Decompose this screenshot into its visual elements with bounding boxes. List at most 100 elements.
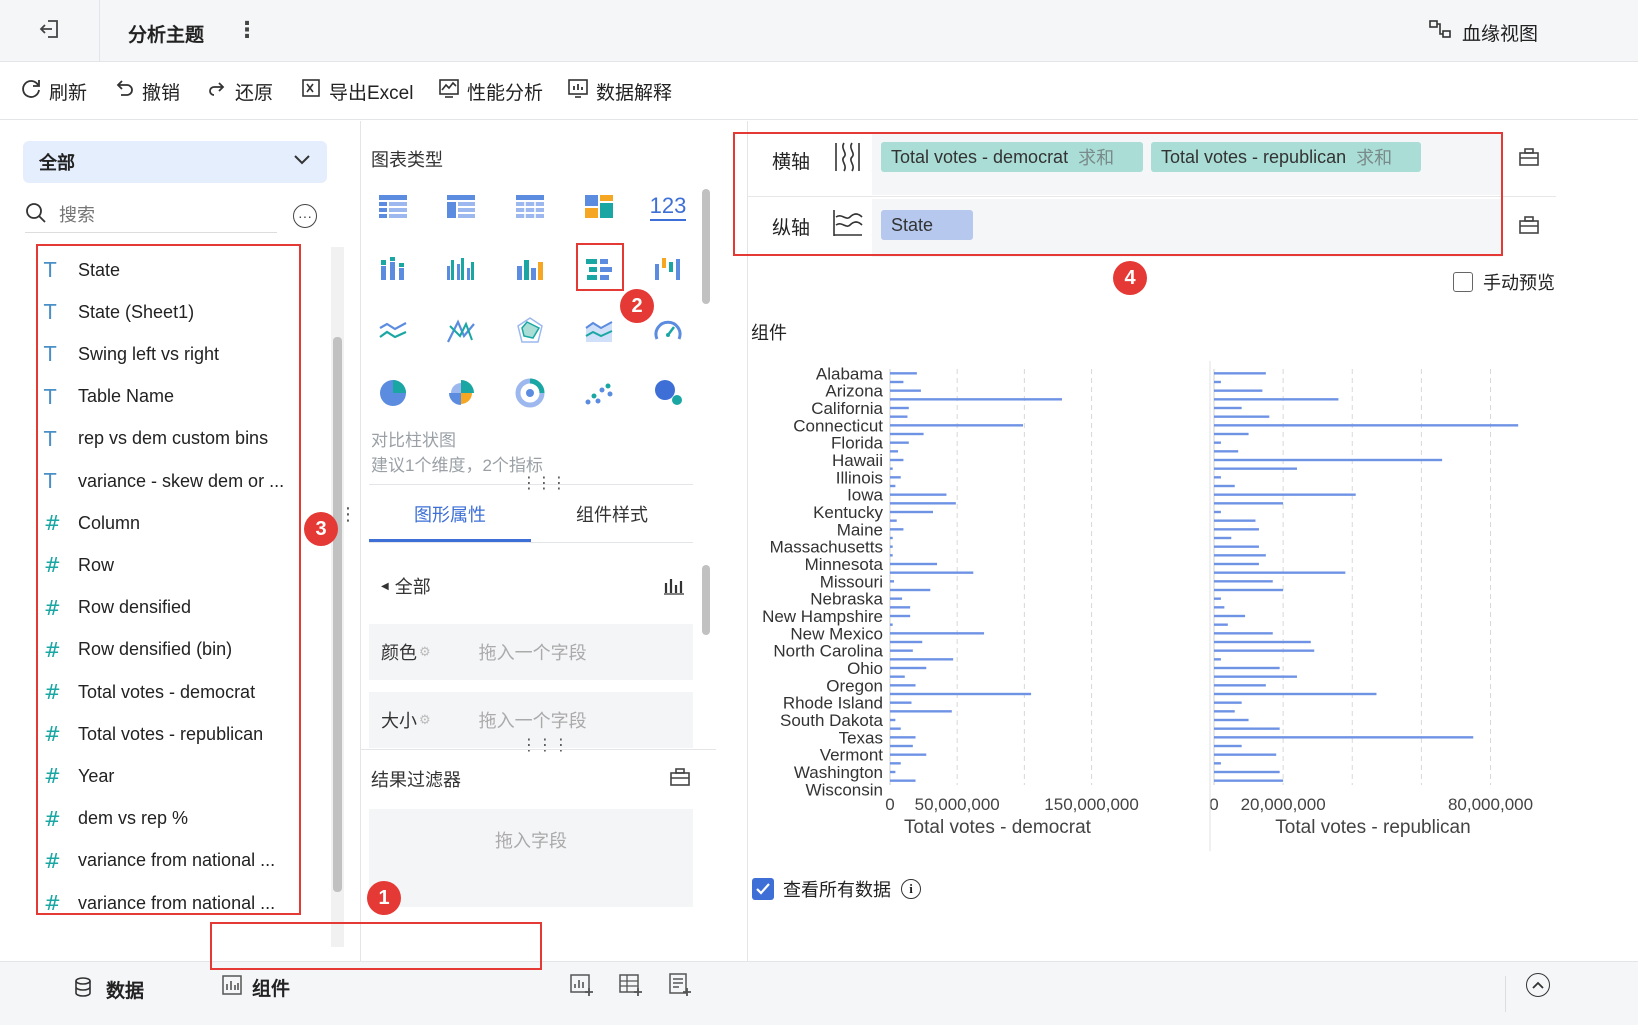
performance-button[interactable]: 性能分析 bbox=[438, 62, 543, 120]
search-input[interactable] bbox=[57, 204, 257, 227]
all-section-toggle[interactable]: ◀ 全部 bbox=[381, 573, 431, 599]
chart-type-stacked-column[interactable] bbox=[373, 249, 413, 289]
bar bbox=[1214, 406, 1242, 410]
refresh-button[interactable]: 刷新 bbox=[20, 62, 87, 120]
chart-type-kpi[interactable]: 123 bbox=[648, 187, 688, 227]
undo-label: 撤销 bbox=[142, 82, 181, 104]
highlight-chart-type bbox=[576, 243, 624, 291]
resize-handle-bottom[interactable]: ⋮⋮⋮ bbox=[521, 735, 569, 755]
data-tab[interactable]: 数据 bbox=[74, 976, 144, 1003]
more-menu-icon[interactable]: ⋮ bbox=[236, 17, 258, 43]
bar bbox=[1214, 580, 1273, 583]
chart-type-waterfall[interactable] bbox=[648, 249, 688, 289]
bottom-divider bbox=[1505, 976, 1506, 1012]
chart-type-bubble[interactable] bbox=[648, 373, 688, 413]
chart-type-group-table[interactable] bbox=[441, 187, 481, 227]
collapse-up-button[interactable] bbox=[1526, 973, 1550, 997]
chart-type-scatter[interactable] bbox=[579, 373, 619, 413]
bar bbox=[1214, 502, 1284, 505]
info-icon[interactable]: i bbox=[901, 879, 921, 899]
data-explain-button[interactable]: 数据解释 bbox=[567, 62, 672, 120]
resize-handle-top[interactable]: ⋮⋮⋮ bbox=[521, 473, 567, 493]
chart-type-pie[interactable] bbox=[373, 373, 413, 413]
bar-chart-icon[interactable] bbox=[663, 575, 685, 600]
bar bbox=[890, 770, 896, 774]
chart-type-detail-table[interactable] bbox=[373, 187, 413, 227]
bar bbox=[890, 519, 897, 522]
chart-type-radar-line[interactable] bbox=[441, 311, 481, 351]
x-axis-settings-icon[interactable] bbox=[1518, 147, 1540, 172]
bar bbox=[890, 632, 985, 635]
filter-drop-area[interactable]: 拖入字段 bbox=[369, 809, 693, 907]
bar bbox=[890, 493, 947, 496]
chart-type-donut[interactable] bbox=[510, 373, 550, 413]
undo-button[interactable]: 撤销 bbox=[113, 62, 180, 120]
chart-type-line[interactable] bbox=[373, 311, 413, 351]
component-tab[interactable]: 组件 bbox=[222, 974, 290, 1001]
bar bbox=[890, 441, 909, 444]
manual-preview-checkbox[interactable]: 手动预览 bbox=[1453, 269, 1555, 295]
data-explain-label: 数据解释 bbox=[596, 82, 673, 104]
bar bbox=[890, 467, 893, 470]
bar bbox=[1214, 649, 1315, 652]
category-label: Missouri bbox=[820, 572, 883, 591]
highlight-field-list bbox=[36, 244, 301, 915]
color-field-slot[interactable]: 颜色 ⚙ 拖入一个字段 bbox=[369, 624, 693, 680]
chart-type-title: 图表类型 bbox=[371, 150, 443, 170]
lineage-icon bbox=[1428, 18, 1452, 46]
add-text-icon[interactable] bbox=[667, 972, 693, 1003]
chart-type-cross-table[interactable] bbox=[510, 187, 550, 227]
more-options-icon[interactable]: ··· bbox=[293, 204, 317, 228]
export-excel-button[interactable]: 导出Excel bbox=[300, 62, 413, 120]
add-chart-icon[interactable] bbox=[569, 972, 595, 1003]
category-label: Alabama bbox=[816, 364, 884, 383]
tab-graphic-properties[interactable]: 图形属性 bbox=[369, 501, 531, 527]
redo-button[interactable]: 还原 bbox=[206, 62, 273, 120]
bar bbox=[890, 510, 933, 514]
chart-type-radar[interactable] bbox=[510, 311, 550, 351]
chevron-up-icon bbox=[1532, 976, 1544, 994]
bar bbox=[1214, 372, 1266, 375]
bottom-tab-bar: 数据 组件 bbox=[0, 961, 1638, 1025]
y-axis-settings-icon[interactable] bbox=[1518, 215, 1540, 240]
chart-type-rose[interactable] bbox=[441, 373, 481, 413]
refresh-label: 刷新 bbox=[49, 82, 88, 104]
tick-label: 50,000,000 bbox=[915, 795, 1000, 814]
bar bbox=[1214, 779, 1284, 782]
lineage-view-button[interactable]: 血缘视图 bbox=[1428, 18, 1538, 46]
category-label: Oregon bbox=[826, 676, 883, 695]
view-all-data-checkbox[interactable]: 查看所有数据 i bbox=[752, 876, 921, 902]
lineage-label: 血缘视图 bbox=[1462, 23, 1539, 45]
bar bbox=[890, 450, 899, 453]
bar bbox=[1214, 493, 1356, 496]
chart-type-scrollbar[interactable] bbox=[700, 183, 712, 408]
search-box[interactable] bbox=[25, 199, 277, 233]
tab-component-style[interactable]: 组件样式 bbox=[531, 501, 693, 527]
chart-type-dashboard[interactable] bbox=[579, 187, 619, 227]
bar bbox=[890, 753, 927, 756]
checkbox-box bbox=[1453, 272, 1473, 292]
category-label: Illinois bbox=[836, 468, 883, 487]
bar bbox=[890, 536, 893, 540]
bar bbox=[1214, 536, 1232, 540]
chart-type-grouped-column[interactable] bbox=[441, 249, 481, 289]
category-label: Massachusetts bbox=[770, 538, 883, 557]
bar bbox=[890, 580, 895, 583]
caret-icon: ◀ bbox=[381, 580, 389, 592]
bar bbox=[890, 710, 952, 713]
bar bbox=[1214, 753, 1277, 756]
chart-type-gauge[interactable] bbox=[648, 311, 688, 351]
chart-type-area[interactable] bbox=[579, 311, 619, 351]
add-table-icon[interactable] bbox=[618, 972, 644, 1003]
back-button[interactable] bbox=[0, 0, 100, 62]
props-scrollbar[interactable] bbox=[700, 561, 712, 746]
field-list-scrollbar[interactable] bbox=[331, 247, 344, 947]
field-category-dropdown[interactable]: 全部 bbox=[23, 141, 327, 183]
bar bbox=[1214, 744, 1242, 748]
component-tab-label: 组件 bbox=[252, 979, 291, 1000]
refresh-icon bbox=[20, 77, 49, 105]
chart-type-column[interactable] bbox=[510, 249, 550, 289]
bar bbox=[1214, 450, 1239, 453]
bar bbox=[1214, 562, 1259, 566]
filter-settings-icon[interactable] bbox=[669, 767, 691, 792]
